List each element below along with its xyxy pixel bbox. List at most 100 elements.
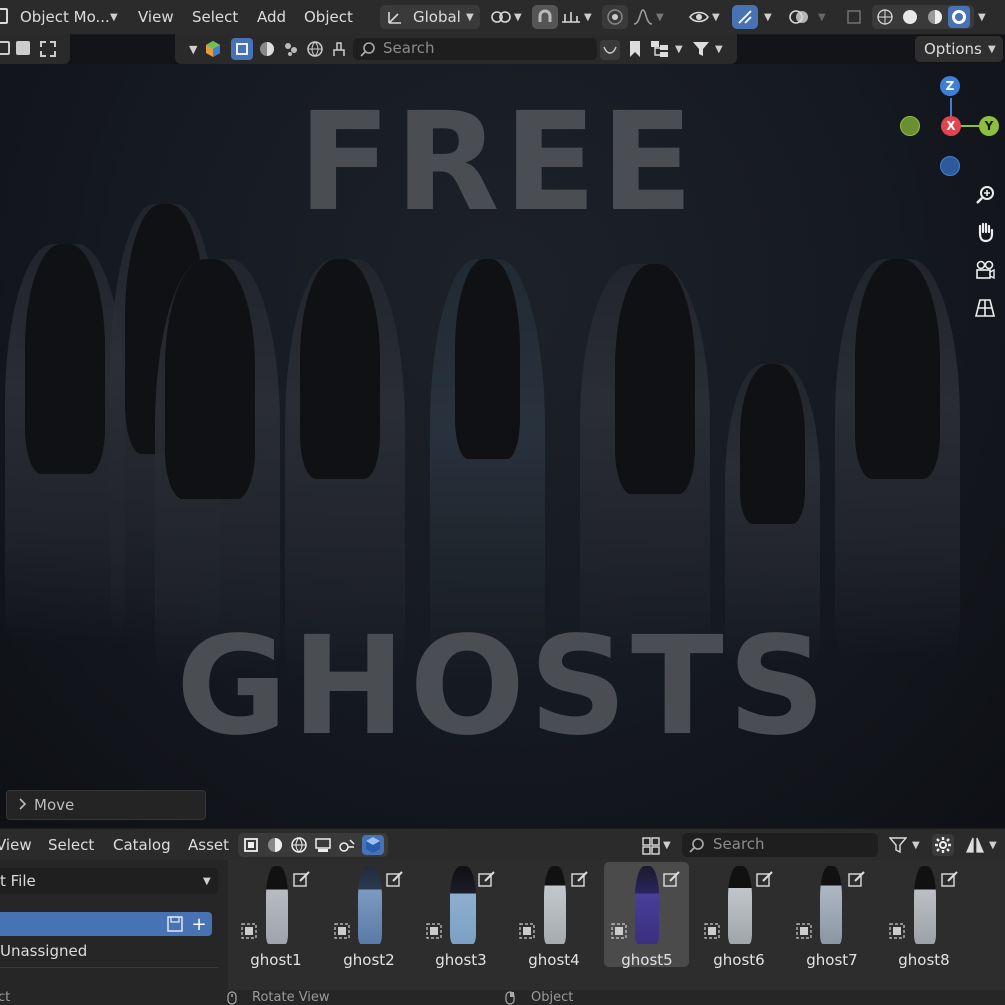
ghost-hair <box>740 364 805 524</box>
scene-asset-icon[interactable] <box>314 836 332 854</box>
menu-object[interactable]: Object <box>304 8 353 26</box>
edit-asset-icon[interactable] <box>385 869 405 889</box>
chevron-down-icon: ▼ <box>818 12 826 23</box>
node-asset-icon[interactable] <box>338 836 356 854</box>
edit-asset-icon[interactable] <box>292 869 312 889</box>
pivot-point-icon[interactable] <box>490 7 512 27</box>
gizmo-toggle[interactable] <box>732 5 758 29</box>
preferences-gear-icon[interactable] <box>932 834 954 856</box>
select-subtract-icon[interactable] <box>40 41 56 57</box>
filter-icon[interactable] <box>691 39 711 59</box>
gizmo-z-axis[interactable]: Z <box>940 76 960 96</box>
search-placeholder: Search <box>383 39 435 57</box>
perspective-grid-icon[interactable] <box>972 295 998 321</box>
object-type-icon <box>610 922 628 940</box>
outliner-search-input[interactable]: Search <box>353 38 597 60</box>
material-filter-icon[interactable] <box>257 39 277 59</box>
ghost-hair <box>855 259 940 479</box>
status-bar: ct Rotate View Object <box>0 990 1005 1005</box>
material-asset-icon[interactable] <box>266 836 284 854</box>
ghost-thumbnail <box>544 866 566 944</box>
asset-label: ghost2 <box>343 951 395 969</box>
search-icon <box>359 40 377 58</box>
xray-icon[interactable] <box>844 7 866 27</box>
bookmark-icon[interactable] <box>625 39 645 59</box>
3d-viewport[interactable]: FREE GHOSTS Z X Y <box>0 64 1005 827</box>
display-mode-icon[interactable] <box>640 836 662 856</box>
sidebar-toggle-icon[interactable] <box>964 835 986 855</box>
asset-menu-select[interactable]: Select <box>48 836 94 854</box>
catalog-all-row[interactable]: + <box>0 912 212 936</box>
select-new-icon[interactable] <box>0 41 10 55</box>
options-dropdown[interactable]: Options ▼ <box>915 36 1003 62</box>
proportional-editing-toggle[interactable] <box>602 5 628 29</box>
visibility-icon[interactable] <box>688 7 710 27</box>
options-label: Options <box>924 40 982 58</box>
asset-menu-catalog[interactable]: Catalog <box>113 836 171 854</box>
pan-hand-icon[interactable] <box>972 219 998 245</box>
add-catalog-icon[interactable]: + <box>190 914 208 935</box>
solid-shading-icon[interactable] <box>901 8 919 26</box>
proportional-editing-icon <box>606 8 624 26</box>
chevron-down-icon[interactable]: ▼ <box>189 43 197 56</box>
edit-asset-icon[interactable] <box>755 869 775 889</box>
edit-asset-icon[interactable] <box>940 869 960 889</box>
select-extend-icon[interactable] <box>16 41 30 55</box>
world-asset-icon[interactable] <box>290 836 308 854</box>
last-operator-panel[interactable]: Move <box>6 790 206 820</box>
asset-label: ghost4 <box>528 951 580 969</box>
edit-asset-icon[interactable] <box>662 869 682 889</box>
hierarchy-icon[interactable] <box>649 39 671 59</box>
asset-library-dropdown[interactable]: t File ▼ <box>0 868 218 894</box>
chevron-down-icon: ▼ <box>584 12 592 23</box>
last-operator-label: Move <box>34 796 75 814</box>
gizmo-neg-y[interactable] <box>900 116 920 136</box>
edit-asset-icon[interactable] <box>477 869 497 889</box>
object-type-icon <box>795 922 813 940</box>
camera-view-icon[interactable] <box>972 257 998 283</box>
brush-filter-icon[interactable] <box>329 39 349 59</box>
menu-view[interactable]: View <box>138 8 174 26</box>
snap-toggle[interactable] <box>532 5 558 29</box>
edit-asset-icon[interactable] <box>847 869 867 889</box>
zoom-icon[interactable] <box>972 182 998 208</box>
world-filter-icon[interactable] <box>305 39 325 59</box>
material-preview-icon[interactable] <box>926 8 944 26</box>
asset-label: ghost6 <box>713 951 765 969</box>
ghost-thumbnail <box>728 866 752 944</box>
title-free: FREE <box>298 84 698 242</box>
object-type-icon <box>240 922 258 940</box>
falloff-curve-icon[interactable] <box>632 7 654 27</box>
editor-type-icon[interactable] <box>0 8 8 24</box>
menu-select[interactable]: Select <box>192 8 238 26</box>
gizmo-x-axis[interactable]: X <box>941 116 961 136</box>
snap-increment-icon[interactable] <box>560 7 582 27</box>
save-catalog-icon[interactable] <box>166 915 184 933</box>
asset-search-input[interactable]: Search <box>682 833 878 857</box>
gizmo-neg-z[interactable] <box>940 156 960 176</box>
object-filter-icon[interactable] <box>231 38 253 60</box>
catalog-unassigned[interactable]: Unassigned <box>0 942 87 960</box>
transform-orientation-dropdown[interactable]: Global ▼ <box>380 5 480 29</box>
asset-browser-header: View Select Catalog Asset ▼ Search ▼ ▼ <box>0 828 1005 861</box>
object-asset-icon[interactable] <box>242 836 260 854</box>
rendered-shading-icon[interactable] <box>948 6 970 28</box>
gizmo-y-axis[interactable]: Y <box>979 116 999 136</box>
mode-selector[interactable]: Object Mo... <box>20 8 110 26</box>
asset-menu-view[interactable]: View <box>0 836 32 854</box>
asset-type-filter-group <box>238 833 388 857</box>
navigation-gizmo[interactable]: Z X Y <box>895 74 1005 184</box>
gizmo-icon <box>736 8 754 26</box>
overlays-icon[interactable] <box>788 7 810 27</box>
pose-filter-icon[interactable] <box>281 39 301 59</box>
object-types-icon[interactable] <box>203 39 223 59</box>
menu-add[interactable]: Add <box>257 8 286 26</box>
asset-menu-asset[interactable]: Asset <box>188 836 229 854</box>
filter-icon[interactable] <box>888 835 908 855</box>
status-middle: Rotate View <box>252 990 330 1005</box>
asset-catalog-sidebar: t File ▼ + Unassigned <box>0 860 228 990</box>
curve-filter-icon[interactable] <box>600 40 620 60</box>
all-assets-icon[interactable] <box>362 835 384 855</box>
wireframe-shading-icon[interactable] <box>876 8 894 26</box>
edit-asset-icon[interactable] <box>570 869 590 889</box>
